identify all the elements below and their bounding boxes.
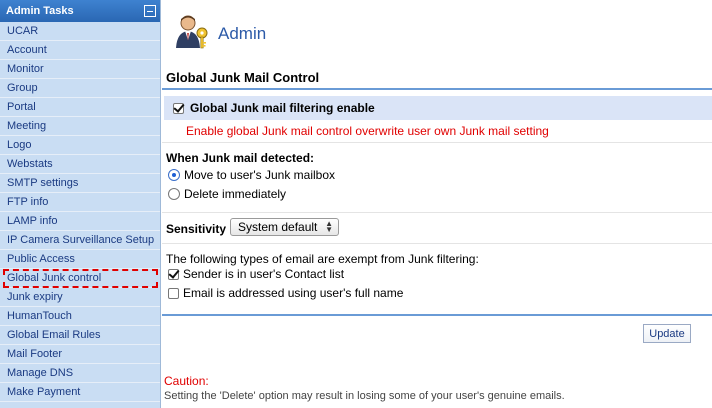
junk-filter-enable-label: Global Junk mail filtering enable — [190, 101, 375, 115]
sensitivity-select[interactable]: System default ▲ ▼ — [230, 218, 339, 236]
move-to-junk-radio[interactable] — [168, 169, 180, 181]
sidebar-item-global-junk-control[interactable]: Global Junk control — [3, 269, 158, 288]
exempt-contact-list-label: Sender is in user's Contact list — [183, 267, 345, 281]
sidebar-item-ucar[interactable]: UCAR — [0, 22, 160, 41]
enable-description: Enable global Junk mail control overwrit… — [186, 124, 549, 138]
sidebar-item-mail-footer[interactable]: Mail Footer — [0, 345, 160, 364]
sidebar-item-ftp-info[interactable]: FTP info — [0, 193, 160, 212]
sidebar-item-webstats[interactable]: Webstats — [0, 155, 160, 174]
sidebar-header: Admin Tasks — [0, 0, 160, 22]
exempt-contact-list-checkbox[interactable] — [168, 268, 179, 280]
exempt-full-name-label: Email is addressed using user's full nam… — [183, 286, 404, 300]
junk-filter-enable-checkbox[interactable] — [173, 102, 184, 114]
sidebar-item-junk-expiry[interactable]: Junk expiry — [0, 288, 160, 307]
section-divider — [162, 314, 712, 316]
sidebar-item-portal[interactable]: Portal — [0, 98, 160, 117]
sidebar-item-manage-dns[interactable]: Manage DNS — [0, 364, 160, 383]
caution-text: Setting the 'Delete' option may result i… — [164, 390, 565, 402]
move-to-junk-option[interactable]: Move to user's Junk mailbox — [168, 168, 335, 182]
collapse-icon[interactable] — [144, 5, 156, 17]
delete-immediately-label: Delete immediately — [184, 187, 287, 201]
admin-user-key-icon — [176, 15, 208, 49]
sidebar-item-make-payment[interactable]: Make Payment — [0, 383, 160, 402]
delete-immediately-option[interactable]: Delete immediately — [168, 187, 286, 201]
section-title: Global Junk Mail Control — [162, 66, 712, 90]
sidebar-item-ip-camera[interactable]: IP Camera Surveillance Setup — [0, 231, 160, 250]
sensitivity-label: Sensitivity — [166, 222, 227, 236]
junk-filter-enable-row[interactable]: Global Junk mail filtering enable — [164, 96, 712, 120]
select-arrows-icon: ▲ ▼ — [325, 219, 333, 234]
junk-detected-heading: When Junk mail detected: — [166, 151, 315, 165]
sensitivity-section: Sensitivity System default ▲ ▼ — [162, 212, 712, 244]
sidebar-item-public-access[interactable]: Public Access — [0, 250, 160, 269]
caution-title: Caution: — [164, 374, 209, 388]
exempt-full-name-option[interactable]: Email is addressed using user's full nam… — [168, 286, 403, 300]
sidebar-item-smtp-settings[interactable]: SMTP settings — [0, 174, 160, 193]
move-to-junk-label: Move to user's Junk mailbox — [184, 168, 336, 182]
sensitivity-value: System default — [238, 220, 318, 234]
sidebar-item-monitor[interactable]: Monitor — [0, 60, 160, 79]
sidebar-item-meeting[interactable]: Meeting — [0, 117, 160, 136]
sidebar-item-lamp-info[interactable]: LAMP info — [0, 212, 160, 231]
sidebar-item-account[interactable]: Account — [0, 41, 160, 60]
sidebar-item-humantouch[interactable]: HumanTouch — [0, 307, 160, 326]
admin-tasks-sidebar: Admin Tasks UCAR Account Monitor Group P… — [0, 0, 161, 408]
main-content: Admin Global Junk Mail Control Global Ju… — [162, 0, 712, 408]
sidebar-item-logo[interactable]: Logo — [0, 136, 160, 155]
sidebar-item-global-email-rules[interactable]: Global Email Rules — [0, 326, 160, 345]
admin-header: Admin — [162, 0, 712, 62]
page-title: Admin — [218, 24, 267, 43]
exempt-heading: The following types of email are exempt … — [166, 252, 479, 266]
sidebar-item-group[interactable]: Group — [0, 79, 160, 98]
update-button[interactable]: Update — [643, 324, 691, 343]
sidebar-title: Admin Tasks — [6, 5, 74, 17]
junk-detected-section: When Junk mail detected: Move to user's … — [162, 142, 712, 213]
delete-immediately-radio[interactable] — [168, 188, 180, 200]
exempt-full-name-checkbox[interactable] — [168, 287, 179, 299]
exempt-contact-list-option[interactable]: Sender is in user's Contact list — [168, 267, 344, 281]
